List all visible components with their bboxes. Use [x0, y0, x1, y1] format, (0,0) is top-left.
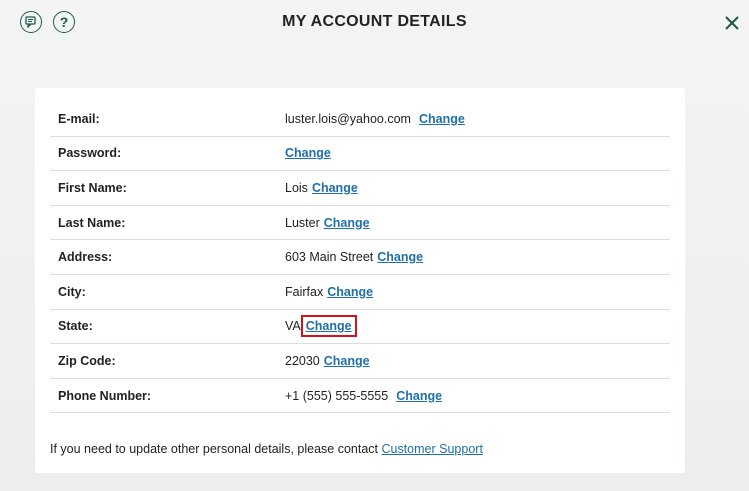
state-label: State: [58, 319, 93, 334]
change-password-link[interactable]: Change [285, 146, 331, 160]
change-email-link[interactable]: Change [419, 112, 465, 126]
details-list: E-mail: luster.lois@yahoo.com Change Pas… [50, 102, 670, 414]
change-zip-code-link[interactable]: Change [324, 354, 370, 368]
change-state-link[interactable]: Change [300, 315, 357, 338]
header: ? MY ACCOUNT DETAILS [0, 0, 749, 46]
city-value: Fairfax [285, 284, 324, 299]
zip-code-label: Zip Code: [58, 353, 116, 368]
row-password: Password: Change [50, 137, 670, 172]
last-name-value: Luster [285, 215, 320, 230]
last-name-label: Last Name: [58, 215, 126, 230]
email-value: luster.lois@yahoo.com [285, 111, 411, 126]
row-state: State: VA Change [50, 310, 670, 345]
first-name-value: Lois [285, 180, 308, 195]
close-icon[interactable] [723, 14, 741, 32]
row-zip-code: Zip Code: 22030 Change [50, 344, 670, 379]
state-value: VA [285, 319, 301, 334]
zip-code-value: 22030 [285, 353, 320, 368]
account-details-card: E-mail: luster.lois@yahoo.com Change Pas… [35, 88, 685, 473]
row-first-name: First Name: Lois Change [50, 171, 670, 206]
change-address-link[interactable]: Change [377, 250, 423, 264]
email-label: E-mail: [58, 111, 100, 126]
account-details-page: ? MY ACCOUNT DETAILS E-mail: luster.lois… [0, 0, 749, 491]
address-label: Address: [58, 250, 113, 265]
support-note: If you need to update other personal det… [50, 442, 483, 456]
first-name-label: First Name: [58, 180, 127, 195]
row-phone-number: Phone Number: +1 (555) 555-5555 Change [50, 379, 670, 414]
change-phone-number-link[interactable]: Change [396, 389, 442, 403]
page-title: MY ACCOUNT DETAILS [282, 13, 467, 30]
row-city: City: Fairfax Change [50, 275, 670, 310]
phone-number-label: Phone Number: [58, 388, 152, 403]
customer-support-link[interactable]: Customer Support [381, 442, 482, 456]
password-label: Password: [58, 146, 122, 161]
change-first-name-link[interactable]: Change [312, 181, 358, 195]
row-email: E-mail: luster.lois@yahoo.com Change [50, 102, 670, 137]
row-address: Address: 603 Main Street Change [50, 240, 670, 275]
address-value: 603 Main Street [285, 250, 374, 265]
city-label: City: [58, 284, 86, 299]
change-last-name-link[interactable]: Change [324, 216, 370, 230]
change-city-link[interactable]: Change [327, 285, 373, 299]
support-note-text: If you need to update other personal det… [50, 442, 382, 456]
row-last-name: Last Name: Luster Change [50, 206, 670, 241]
phone-number-value: +1 (555) 555-5555 [285, 388, 389, 403]
